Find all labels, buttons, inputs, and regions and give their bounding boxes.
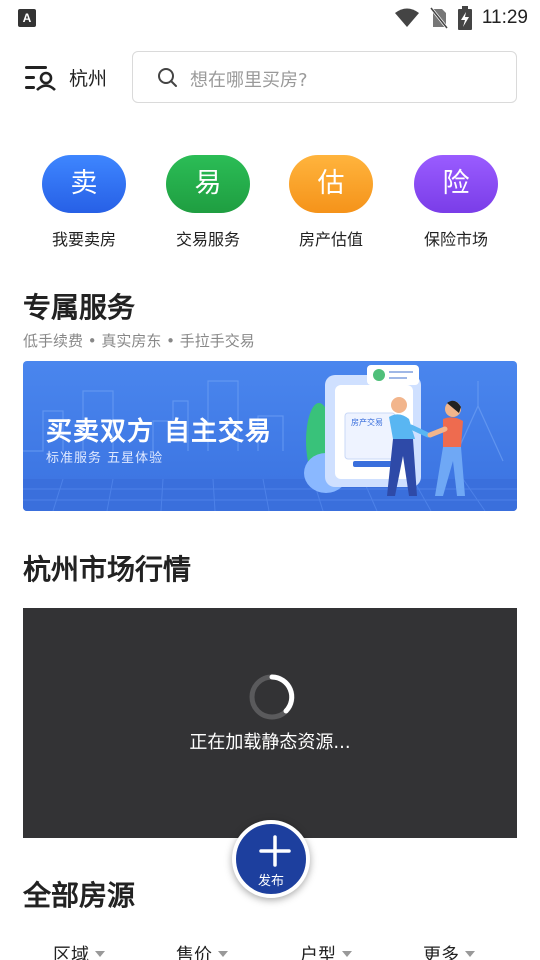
chevron-down-icon	[342, 951, 352, 957]
clock: 11:29	[481, 7, 528, 28]
banner-title: 买卖双方 自主交易	[46, 417, 273, 447]
loading-spinner-icon	[249, 674, 295, 720]
no-sim-icon	[429, 7, 448, 29]
chevron-down-icon	[465, 951, 475, 957]
city-selector[interactable]: 杭州	[69, 64, 107, 91]
wifi-icon	[394, 8, 419, 27]
filter-bar: 区域 售价 户型 更多	[0, 935, 540, 960]
banner-subtitle: 标准服务 五星体验	[46, 451, 164, 466]
insurance-icon: 险	[414, 155, 498, 213]
valuation-icon: 估	[289, 155, 373, 213]
filter-price-label: 售价	[176, 945, 212, 960]
filter-more[interactable]: 更多	[423, 941, 475, 960]
valuation-label: 房产估值	[298, 230, 363, 249]
battery-charging-icon	[457, 6, 472, 30]
trade-service-label: 交易服务	[175, 230, 240, 249]
plus-icon	[259, 835, 291, 867]
promo-banner[interactable]: 房产交易 买卖双方 自主交易 标准服务 五星体验	[23, 361, 517, 511]
insurance-button[interactable]: 险 保险市场	[401, 155, 511, 250]
publish-button[interactable]: 发布	[232, 820, 310, 898]
sell-icon: 卖	[42, 155, 126, 213]
valuation-button[interactable]: 估 房产估值	[276, 155, 386, 250]
exclusive-section-subtitle: 低手续费 • 真实房东 • 手拉手交易	[23, 332, 255, 350]
listings-section-title: 全部房源	[23, 879, 136, 912]
publish-label: 发布	[257, 874, 284, 889]
filter-layout-label: 户型	[300, 945, 336, 960]
trade-service-button[interactable]: 易 交易服务	[153, 155, 263, 250]
search-icon	[158, 68, 177, 87]
chevron-down-icon	[218, 951, 228, 957]
filter-area-label: 区域	[53, 945, 89, 960]
filter-layout[interactable]: 户型	[300, 941, 352, 960]
filter-price[interactable]: 售价	[176, 941, 228, 960]
notification-icon: A	[18, 9, 36, 27]
trade-icon: 易	[166, 155, 250, 213]
search-input[interactable]: 想在哪里买房?	[132, 51, 517, 103]
exclusive-section-title: 专属服务	[23, 291, 136, 324]
search-placeholder: 想在哪里买房?	[190, 70, 308, 91]
status-icons: 11:29	[394, 6, 528, 30]
loading-text: 正在加载静态资源...	[189, 732, 351, 753]
banner-doc-label: 房产交易	[351, 418, 383, 427]
status-bar: A 11:29	[0, 0, 540, 36]
sell-house-label: 我要卖房	[51, 230, 116, 249]
sell-house-button[interactable]: 卖 我要卖房	[29, 155, 139, 250]
quick-services: 卖 我要卖房 易 交易服务 估 房产估值 险 保险市场	[0, 155, 540, 255]
chevron-down-icon	[95, 951, 105, 957]
filter-area[interactable]: 区域	[53, 941, 105, 960]
header: 杭州 想在哪里买房?	[0, 50, 540, 104]
insurance-label: 保险市场	[423, 230, 488, 249]
menu-icon[interactable]	[24, 64, 56, 92]
market-loading-panel: 正在加载静态资源...	[23, 608, 517, 838]
market-section-title: 杭州市场行情	[23, 553, 192, 586]
filter-more-label: 更多	[423, 945, 459, 960]
